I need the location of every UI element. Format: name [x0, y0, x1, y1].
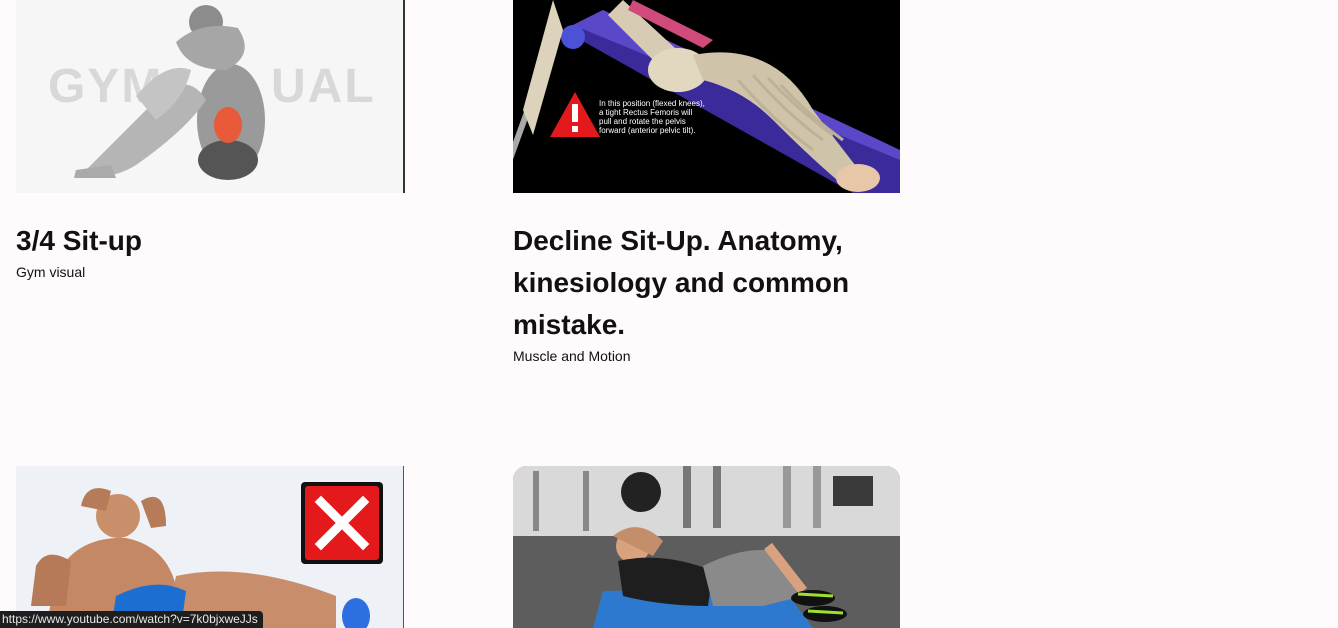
video-title[interactable]: Decline Sit-Up. Anatomy, kinesiology and…: [513, 220, 900, 346]
video-thumbnail[interactable]: In this position (flexed knees), a tight…: [513, 0, 900, 193]
thumbnail-caption-line: pull and rotate the pelvis: [599, 117, 686, 126]
channel-name[interactable]: Gym visual: [16, 263, 403, 281]
thumbnail-caption-line: In this position (flexed knees),: [599, 99, 705, 108]
svg-text:UAL: UAL: [271, 60, 376, 113]
sit-up-figure-icon: GYM UAL: [48, 5, 376, 180]
gym-crunch-photo-icon: [513, 466, 900, 628]
video-thumbnail[interactable]: [16, 466, 404, 628]
video-thumbnail[interactable]: GYM UAL: [16, 0, 405, 193]
link-status-bar: https://www.youtube.com/watch?v=7k0bjxwe…: [0, 611, 263, 628]
video-card-3-4-situp[interactable]: GYM UAL 3/4 Sit-up Gym visual: [16, 0, 405, 281]
channel-name[interactable]: Muscle and Motion: [513, 347, 900, 365]
video-card-decline-situp[interactable]: In this position (flexed knees), a tight…: [513, 0, 900, 365]
video-title[interactable]: 3/4 Sit-up: [16, 220, 403, 262]
video-thumbnail[interactable]: [513, 466, 900, 628]
man-situp-with-x-icon: [31, 482, 383, 628]
thumbnail-caption-line: a tight Rectus Femoris will: [599, 108, 693, 117]
page: GYM UAL 3/4 Sit-up Gym visual In this po…: [0, 0, 1338, 628]
thumbnail-caption-line: forward (anterior pelvic tilt).: [599, 126, 695, 135]
video-card-situp-mistake[interactable]: [16, 466, 404, 628]
skeleton-anatomy-icon: In this position (flexed knees), a tight…: [513, 0, 900, 193]
video-card-gym-crunch[interactable]: [513, 466, 900, 628]
